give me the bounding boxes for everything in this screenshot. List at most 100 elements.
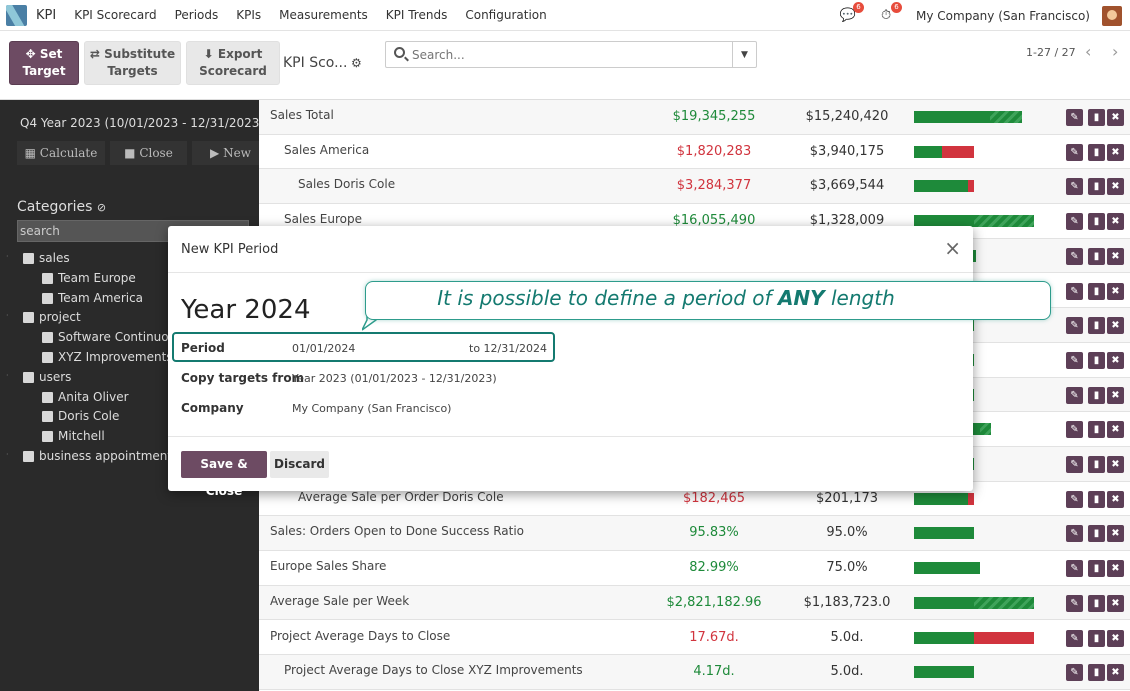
chart-icon[interactable]: ▮ bbox=[1088, 490, 1105, 508]
edit-icon[interactable]: ✎ bbox=[1066, 109, 1083, 126]
chart-icon[interactable]: ▮ bbox=[1088, 664, 1105, 682]
delete-icon[interactable]: ✖ bbox=[1107, 109, 1124, 126]
edit-icon[interactable]: ✎ bbox=[1066, 247, 1083, 265]
edit-icon[interactable]: ✎ bbox=[1066, 143, 1083, 161]
edit-icon[interactable]: ✎ bbox=[1066, 386, 1083, 404]
new-period-button[interactable]: ▶ New bbox=[192, 141, 269, 165]
edit-icon[interactable]: ✎ bbox=[1066, 456, 1083, 473]
period-name-field[interactable]: Year 2024 bbox=[181, 295, 310, 325]
chart-icon[interactable]: ▮ bbox=[1088, 109, 1105, 126]
category-checkbox[interactable] bbox=[23, 312, 34, 324]
substitute-targets-button[interactable]: ⇄ Substitute Targets bbox=[84, 41, 181, 85]
edit-icon[interactable]: ✎ bbox=[1066, 664, 1083, 682]
search-input[interactable] bbox=[412, 46, 712, 64]
menu-kpis[interactable]: KPIs bbox=[236, 8, 261, 22]
menu-periods[interactable]: Periods bbox=[175, 8, 219, 22]
category-checkbox[interactable] bbox=[42, 411, 53, 423]
delete-icon[interactable]: ✖ bbox=[1107, 594, 1124, 612]
tree-expand-icon[interactable]: · bbox=[6, 311, 9, 320]
edit-icon[interactable]: ✎ bbox=[1066, 178, 1083, 196]
date-to-field[interactable]: to 12/31/2024 bbox=[469, 342, 547, 355]
menu-configuration[interactable]: Configuration bbox=[465, 8, 546, 22]
edit-icon[interactable]: ✎ bbox=[1066, 213, 1083, 231]
search-options-toggle[interactable]: ▼ bbox=[732, 42, 756, 67]
menu-kpi-trends[interactable]: KPI Trends bbox=[386, 8, 448, 22]
tree-expand-icon[interactable]: · bbox=[6, 450, 9, 459]
edit-icon[interactable]: ✎ bbox=[1066, 560, 1083, 578]
chart-icon[interactable]: ▮ bbox=[1088, 143, 1105, 161]
chart-icon[interactable]: ▮ bbox=[1088, 456, 1105, 473]
set-target-button[interactable]: ✥ Set Target bbox=[9, 41, 79, 85]
edit-icon[interactable]: ✎ bbox=[1066, 351, 1083, 369]
delete-icon[interactable]: ✖ bbox=[1107, 560, 1124, 578]
delete-icon[interactable]: ✖ bbox=[1107, 386, 1124, 404]
pager-value[interactable]: 1-27 / 27 bbox=[1026, 46, 1076, 59]
delete-icon[interactable]: ✖ bbox=[1107, 143, 1124, 161]
clear-filter-icon[interactable]: ⊘ bbox=[97, 201, 106, 214]
delete-icon[interactable]: ✖ bbox=[1107, 351, 1124, 369]
chart-icon[interactable]: ▮ bbox=[1088, 178, 1105, 196]
app-brand[interactable]: KPI bbox=[6, 4, 56, 26]
chart-icon[interactable]: ▮ bbox=[1088, 386, 1105, 404]
chart-icon[interactable]: ▮ bbox=[1088, 594, 1105, 612]
export-scorecard-button[interactable]: ⬇ Export Scorecard bbox=[186, 41, 280, 85]
edit-icon[interactable]: ✎ bbox=[1066, 421, 1083, 439]
chart-icon[interactable]: ▮ bbox=[1088, 282, 1105, 300]
chart-icon[interactable]: ▮ bbox=[1088, 213, 1105, 231]
delete-icon[interactable]: ✖ bbox=[1107, 213, 1124, 231]
delete-icon[interactable]: ✖ bbox=[1107, 178, 1124, 196]
menu-measurements[interactable]: Measurements bbox=[279, 8, 368, 22]
save-close-button[interactable]: Save & Close bbox=[181, 451, 267, 498]
pager-next-icon[interactable]: › bbox=[1112, 42, 1118, 61]
current-period[interactable]: Q4 Year 2023 (10/01/2023 - 12/31/2023) bbox=[20, 116, 264, 130]
edit-icon[interactable]: ✎ bbox=[1066, 317, 1083, 335]
edit-icon[interactable]: ✎ bbox=[1066, 282, 1083, 300]
delete-icon[interactable]: ✖ bbox=[1107, 247, 1124, 265]
edit-icon[interactable]: ✎ bbox=[1066, 490, 1083, 508]
activities-icon[interactable]: ⏱ 6 bbox=[878, 1, 903, 24]
copy-targets-field[interactable]: Year 2023 (01/01/2023 - 12/31/2023) bbox=[292, 372, 497, 385]
category-checkbox[interactable] bbox=[23, 450, 34, 462]
tree-expand-icon[interactable]: · bbox=[6, 252, 9, 261]
delete-icon[interactable]: ✖ bbox=[1107, 525, 1124, 543]
discard-button[interactable]: Discard bbox=[270, 451, 329, 478]
delete-icon[interactable]: ✖ bbox=[1107, 282, 1124, 300]
gear-icon[interactable]: ⚙ bbox=[351, 56, 362, 70]
delete-icon[interactable]: ✖ bbox=[1107, 317, 1124, 335]
menu-kpi-scorecard[interactable]: KPI Scorecard bbox=[74, 8, 156, 22]
messages-icon[interactable]: 💬 6 bbox=[840, 1, 865, 24]
category-checkbox[interactable] bbox=[42, 391, 53, 403]
edit-icon[interactable]: ✎ bbox=[1066, 594, 1083, 612]
chart-icon[interactable]: ▮ bbox=[1088, 560, 1105, 578]
category-checkbox[interactable] bbox=[42, 431, 53, 443]
edit-icon[interactable]: ✎ bbox=[1066, 525, 1083, 543]
chart-icon[interactable]: ▮ bbox=[1088, 317, 1105, 335]
progress-missing bbox=[968, 492, 974, 505]
category-checkbox[interactable] bbox=[42, 332, 53, 344]
chart-icon[interactable]: ▮ bbox=[1088, 421, 1105, 439]
category-checkbox[interactable] bbox=[23, 253, 34, 264]
chart-icon[interactable]: ▮ bbox=[1088, 351, 1105, 369]
category-checkbox[interactable] bbox=[42, 272, 53, 284]
delete-icon[interactable]: ✖ bbox=[1107, 490, 1124, 508]
category-checkbox[interactable] bbox=[42, 292, 53, 304]
chart-icon[interactable]: ▮ bbox=[1088, 247, 1105, 265]
company-field[interactable]: My Company (San Francisco) bbox=[292, 402, 451, 415]
company-switcher[interactable]: My Company (San Francisco) bbox=[916, 9, 1090, 23]
close-icon[interactable]: × bbox=[944, 238, 961, 258]
close-period-button[interactable]: ■ Close bbox=[110, 141, 187, 165]
delete-icon[interactable]: ✖ bbox=[1107, 664, 1124, 682]
delete-icon[interactable]: ✖ bbox=[1107, 421, 1124, 439]
tree-expand-icon[interactable]: · bbox=[6, 371, 9, 380]
edit-icon[interactable]: ✎ bbox=[1066, 629, 1083, 647]
calculate-button[interactable]: ▦ Calculate bbox=[17, 141, 105, 165]
delete-icon[interactable]: ✖ bbox=[1107, 629, 1124, 647]
category-checkbox[interactable] bbox=[23, 371, 34, 383]
user-avatar[interactable] bbox=[1102, 5, 1122, 26]
date-from-field[interactable]: 01/01/2024 bbox=[292, 342, 355, 355]
category-checkbox[interactable] bbox=[42, 351, 53, 363]
chart-icon[interactable]: ▮ bbox=[1088, 629, 1105, 647]
pager-previous-icon[interactable]: ‹ bbox=[1085, 42, 1091, 61]
chart-icon[interactable]: ▮ bbox=[1088, 525, 1105, 543]
delete-icon[interactable]: ✖ bbox=[1107, 456, 1124, 473]
